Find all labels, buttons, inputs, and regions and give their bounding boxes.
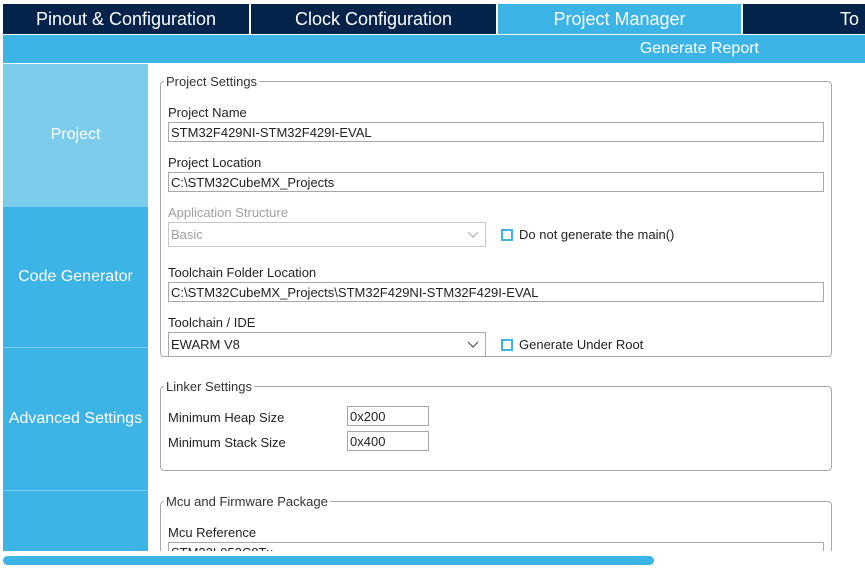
nav-item-empty[interactable] [3, 491, 148, 551]
nav-item-advanced-settings[interactable]: Advanced Settings [3, 348, 148, 491]
application-structure-label: Application Structure [168, 205, 288, 220]
mcu-firmware-package-legend: Mcu and Firmware Package [166, 494, 328, 509]
do-not-generate-main-checkbox[interactable]: Do not generate the main() [501, 227, 674, 242]
project-name-input[interactable]: STM32F429NI-STM32F429I-EVAL [168, 122, 824, 142]
generate-under-root-checkbox[interactable]: Generate Under Root [501, 337, 643, 352]
mcu-reference-label: Mcu Reference [168, 525, 257, 540]
toolchain-ide-value: EWARM V8 [171, 337, 240, 352]
horizontal-scrollbar[interactable] [3, 552, 865, 570]
toolchain-folder-input[interactable]: C:\STM32CubeMX_Projects\STM32F429NI-STM3… [168, 282, 824, 302]
toolchain-ide-select[interactable]: EWARM V8 [168, 332, 486, 357]
minimum-heap-size-label: Minimum Heap Size [168, 410, 285, 425]
project-settings-legend: Project Settings [166, 74, 258, 89]
project-location-input[interactable]: C:\STM32CubeMX_Projects [168, 172, 824, 192]
do-not-generate-main-label: Do not generate the main() [519, 227, 675, 242]
chevron-down-icon [467, 231, 479, 238]
application-structure-value: Basic [171, 227, 203, 242]
linker-settings-group: Linker Settings Minimum Heap Size 0x200 … [160, 379, 832, 471]
generate-report-button[interactable]: Generate Report [640, 40, 759, 58]
minimum-stack-size-label: Minimum Stack Size [168, 435, 286, 450]
checkbox-box[interactable] [501, 228, 513, 241]
nav-item-project[interactable]: Project [3, 64, 148, 207]
minimum-heap-size-input[interactable]: 0x200 [347, 406, 429, 426]
project-name-label: Project Name [168, 105, 247, 120]
linker-settings-legend: Linker Settings [166, 379, 252, 394]
chevron-down-icon [467, 341, 479, 348]
toolchain-ide-label: Toolchain / IDE [168, 315, 256, 330]
toolchain-folder-label: Toolchain Folder Location [168, 265, 317, 280]
project-settings-panel: Project Settings Project Name STM32F429N… [150, 64, 865, 551]
generate-under-root-label: Generate Under Root [519, 337, 644, 352]
mcu-firmware-package-group: Mcu and Firmware Package Mcu Reference S… [160, 494, 832, 551]
tab-project-manager[interactable]: Project Manager [498, 4, 741, 34]
application-structure-select: Basic [168, 222, 486, 247]
sub-toolbar: Generate Report [3, 35, 865, 63]
checkbox-box[interactable] [501, 338, 513, 351]
tab-clock-configuration[interactable]: Clock Configuration [251, 4, 496, 34]
scrollbar-thumb[interactable] [3, 556, 654, 565]
project-location-label: Project Location [168, 155, 262, 170]
minimum-stack-size-input[interactable]: 0x400 [347, 431, 429, 451]
main-tab-bar: Pinout & Configuration Clock Configurati… [0, 0, 865, 35]
tab-tools[interactable]: To [743, 4, 865, 34]
project-settings-group: Project Settings Project Name STM32F429N… [160, 74, 832, 357]
nav-item-code-generator[interactable]: Code Generator [3, 207, 148, 348]
side-navigation: Project Code Generator Advanced Settings [3, 64, 148, 551]
tab-pinout-configuration[interactable]: Pinout & Configuration [3, 4, 249, 34]
mcu-reference-input[interactable]: STM32L053C8Tx [168, 542, 824, 551]
